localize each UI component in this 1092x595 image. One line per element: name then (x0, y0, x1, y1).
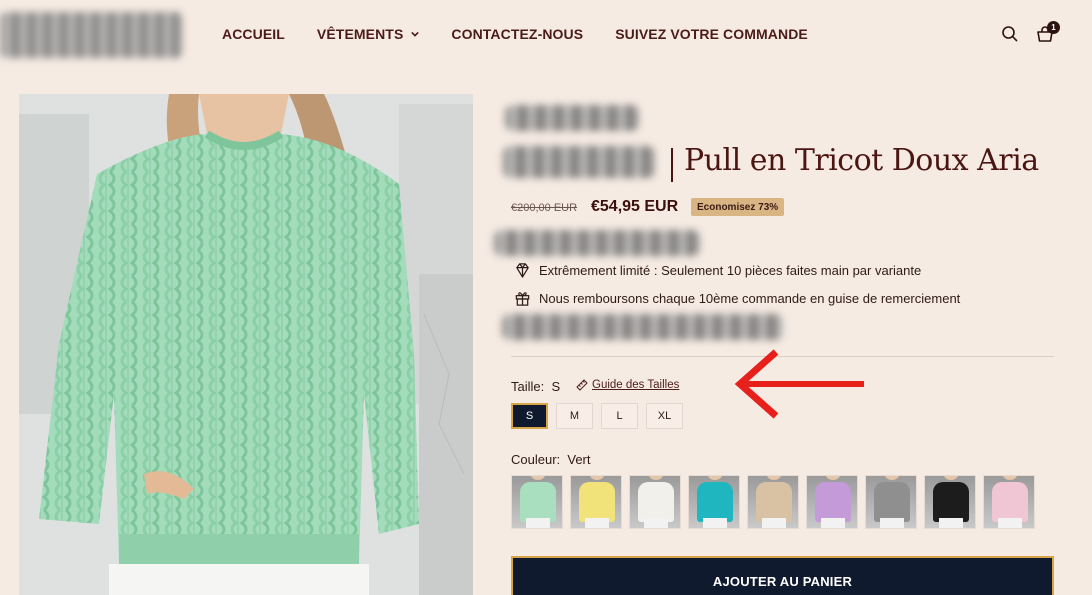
annotation-arrow-icon (734, 349, 864, 419)
nav-label: CONTACTEZ-NOUS (451, 26, 584, 42)
color-swatch-rose[interactable] (983, 475, 1035, 529)
diamond-icon (516, 263, 529, 278)
color-swatch-blanc[interactable] (629, 475, 681, 529)
site-header: ACCUEIL VÊTEMENTS CONTACTEZ-NOUS SUIVEZ … (0, 0, 1092, 68)
nav-suivez-commande[interactable]: SUIVEZ VOTRE COMMANDE (615, 26, 808, 42)
selected-size-value: S (551, 379, 561, 394)
main-nav: ACCUEIL VÊTEMENTS CONTACTEZ-NOUS SUIVEZ … (222, 26, 808, 42)
add-to-cart-button[interactable]: AJOUTER AU PANIER (511, 556, 1054, 595)
nav-label: ACCUEIL (222, 26, 285, 42)
nav-accueil[interactable]: ACCUEIL (222, 26, 285, 42)
color-swatch-vert[interactable] (511, 475, 563, 529)
size-label: Taille: S (511, 379, 560, 394)
feature-text: Extrêmement limité : Seulement 10 pièces… (539, 263, 922, 278)
color-label: Couleur: Vert (511, 452, 591, 467)
size-option-s[interactable]: S (511, 403, 548, 429)
ruler-icon (576, 379, 588, 391)
sale-price: €54,95 EUR (591, 198, 679, 215)
brand-name-redacted (503, 146, 655, 178)
size-option-xl[interactable]: XL (646, 403, 683, 429)
color-swatch-noir[interactable] (924, 475, 976, 529)
gift-icon (515, 292, 530, 306)
size-guide-text: Guide des Tailles (592, 379, 680, 391)
product-main-image[interactable] (19, 94, 473, 595)
feature-limited: Extrêmement limité : Seulement 10 pièces… (514, 262, 921, 279)
nav-vetements[interactable]: VÊTEMENTS (316, 26, 420, 42)
color-swatch-beige[interactable] (747, 475, 799, 529)
nav-contact[interactable]: CONTACTEZ-NOUS (451, 26, 583, 42)
search-icon[interactable] (1000, 24, 1020, 44)
cart-count-badge: 1 (1047, 21, 1060, 34)
old-price: €200,00 EUR (511, 202, 578, 214)
feature-refund: Nous remboursons chaque 10ème commande e… (514, 290, 960, 307)
feature-text: Nous remboursons chaque 10ème commande e… (539, 291, 961, 306)
product-title: Pull en Tricot Doux Aria (684, 143, 1039, 178)
size-guide-link[interactable]: Guide des Tailles (576, 379, 679, 391)
size-option-m[interactable]: M (556, 403, 593, 429)
size-option-l[interactable]: L (601, 403, 638, 429)
rating-redacted (494, 230, 700, 256)
size-label-text: Taille: (511, 379, 545, 394)
color-swatch-turquoise[interactable] (688, 475, 740, 529)
color-swatch-violet[interactable] (806, 475, 858, 529)
info-redacted (502, 314, 784, 340)
color-label-text: Couleur: (511, 452, 561, 467)
size-options: S M L XL (511, 403, 683, 429)
color-swatch-gris[interactable] (865, 475, 917, 529)
nav-label: VÊTEMENTS (316, 26, 404, 42)
color-options (511, 475, 1035, 529)
discount-badge: Economisez 73% (691, 198, 785, 216)
logo-redacted[interactable] (0, 12, 182, 58)
nav-label: SUIVEZ VOTRE COMMANDE (615, 26, 808, 42)
brand-redacted (505, 105, 639, 131)
selected-color-value: Vert (567, 452, 591, 467)
chevron-down-icon (411, 31, 420, 37)
sweater-photo (19, 94, 473, 595)
title-separator (671, 148, 673, 182)
color-swatch-jaune[interactable] (570, 475, 622, 529)
